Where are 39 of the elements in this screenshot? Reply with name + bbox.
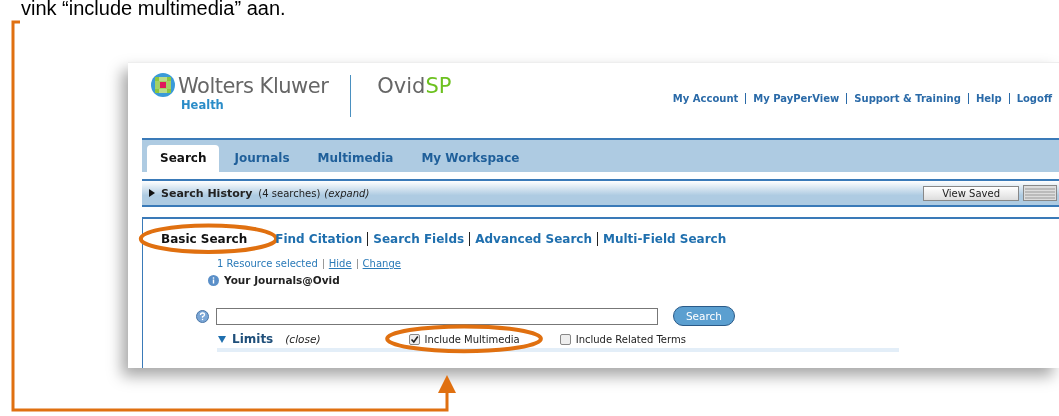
help-icon[interactable] (196, 309, 209, 323)
search-mode-link[interactable]: Find Citation (270, 232, 368, 246)
history-count: (4 searches) (258, 187, 321, 199)
brand-name: Wolters Kluwer (178, 73, 329, 99)
search-mode-link[interactable]: Search Fields (368, 232, 470, 246)
header-link[interactable]: My PayPerView (745, 93, 847, 104)
header-link[interactable]: Support & Training (846, 93, 968, 104)
header-link[interactable]: My Account (665, 93, 746, 104)
brand-division: Health (181, 99, 225, 112)
view-saved-button[interactable]: View Saved (923, 185, 1019, 201)
close-link[interactable]: (close) (285, 333, 321, 345)
search-mode-link[interactable]: Advanced Search (470, 232, 597, 246)
product-name: OvidSP (377, 73, 452, 99)
nav-tab[interactable]: Journals (221, 145, 303, 172)
limits-label: Limits (232, 332, 274, 346)
hide-link[interactable]: Hide (328, 258, 352, 269)
instruction-text: vink “include multimedia” aan. (21, 0, 286, 19)
checkbox-label: Include Related Terms (575, 333, 686, 345)
search-mode-link[interactable]: Multi-Field Search (598, 232, 732, 246)
logo-icon (151, 73, 175, 97)
info-icon (208, 274, 219, 286)
checkbox-label: Include Multimedia (424, 333, 520, 345)
expand-link[interactable]: (expand) (324, 187, 370, 199)
nav-tab[interactable]: Multimedia (304, 145, 407, 172)
header-link[interactable]: Logoff (1008, 93, 1059, 104)
collapse-arrow-icon[interactable] (218, 335, 226, 343)
nav-tab[interactable]: My Workspace (408, 145, 533, 172)
search-button[interactable]: Search (673, 306, 735, 326)
nav-tab[interactable]: Search (147, 145, 220, 172)
list-icon[interactable] (1023, 185, 1057, 201)
change-link[interactable]: Change (362, 258, 401, 269)
resource-count: 1 Resource selected (217, 258, 318, 269)
expand-arrow-icon[interactable] (149, 189, 155, 197)
checkbox[interactable] (408, 333, 420, 345)
checkbox[interactable] (559, 333, 571, 345)
history-title: Search History (161, 186, 253, 200)
resource-name: Your Journals@Ovid (224, 274, 340, 286)
search-field[interactable] (216, 307, 658, 325)
header-link[interactable]: Help (967, 93, 1009, 104)
